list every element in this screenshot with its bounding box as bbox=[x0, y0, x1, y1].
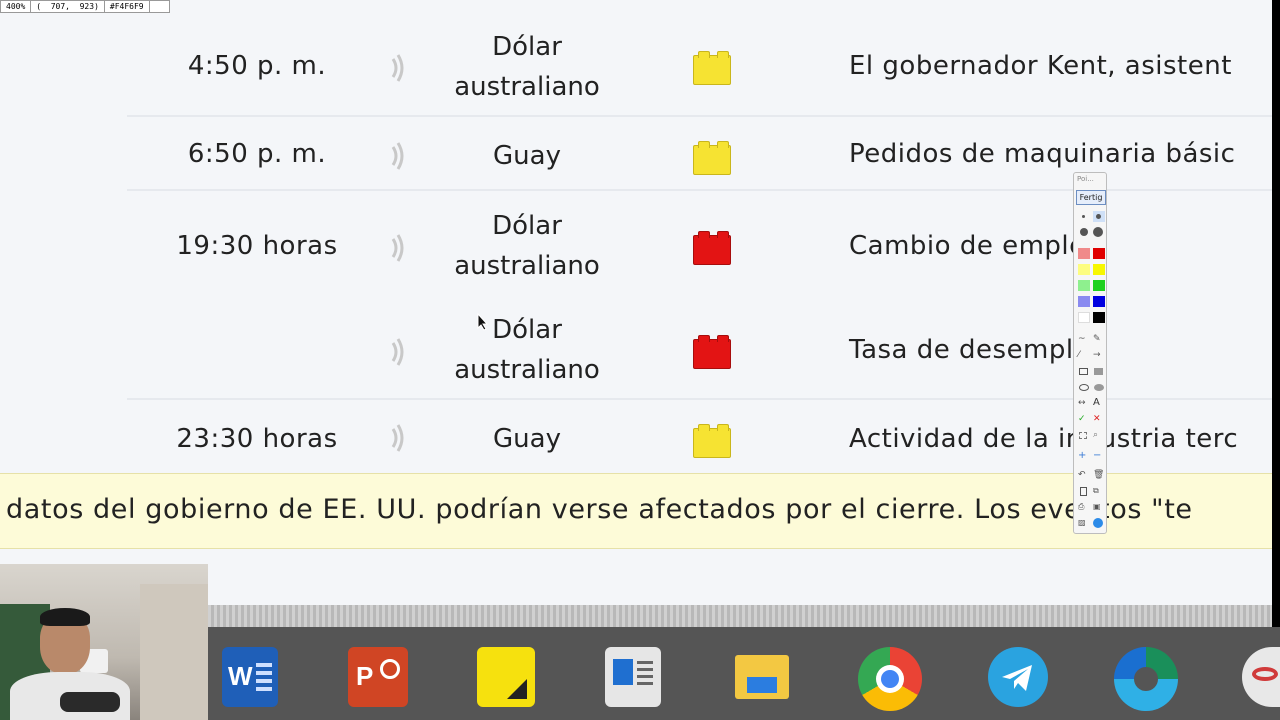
file-explorer-icon[interactable] bbox=[733, 647, 791, 707]
importance-red-icon bbox=[693, 231, 731, 265]
minus-icon[interactable]: − bbox=[1093, 450, 1105, 461]
event-time: 19:30 horas bbox=[176, 231, 338, 261]
importance-yellow-icon bbox=[693, 424, 731, 458]
chrome-icon[interactable] bbox=[858, 647, 922, 711]
person-hair bbox=[40, 608, 90, 626]
ellipse-tool-icon[interactable] bbox=[1078, 382, 1090, 393]
rectangle-tool-icon[interactable] bbox=[1078, 366, 1090, 377]
yellow-color-icon[interactable] bbox=[1093, 264, 1105, 275]
left-margin bbox=[0, 13, 127, 473]
importance-yellow-icon bbox=[693, 141, 731, 175]
edge-icon[interactable] bbox=[1114, 647, 1178, 711]
screen-edge bbox=[1272, 0, 1280, 720]
app-icon-partial[interactable] bbox=[1242, 647, 1280, 707]
filled-rectangle-tool-icon[interactable] bbox=[1093, 366, 1105, 377]
importance-red-icon bbox=[693, 335, 731, 369]
text-tool-icon[interactable]: A bbox=[1093, 397, 1105, 408]
screen: 400% ( 707, 923) #F4F6F9 4:50 p. m. Dóla… bbox=[0, 0, 1280, 720]
zoom-info-bar: 400% ( 707, 923) #F4F6F9 bbox=[0, 0, 170, 13]
event-currency: Guay bbox=[493, 141, 561, 171]
copy-icon[interactable]: ⧉ bbox=[1093, 486, 1105, 497]
filled-ellipse-tool-icon[interactable] bbox=[1093, 382, 1105, 393]
red-color-icon[interactable] bbox=[1093, 248, 1105, 259]
event-currency: Dólar australiano bbox=[454, 315, 600, 385]
word-icon[interactable]: W bbox=[222, 647, 278, 707]
light-green-color-icon[interactable] bbox=[1078, 280, 1090, 291]
pen-tool-icon[interactable]: ✎ bbox=[1093, 334, 1105, 345]
image-icon[interactable]: ▨ bbox=[1078, 518, 1090, 529]
event-time: 4:50 p. m. bbox=[187, 51, 327, 81]
zoom-level: 400% bbox=[1, 1, 32, 12]
save-icon[interactable]: ▣ bbox=[1093, 502, 1105, 513]
toolbar-title: Poi... bbox=[1077, 175, 1094, 183]
notice-text: datos del gobierno de EE. UU. podrían ve… bbox=[6, 494, 1193, 525]
white-color-icon[interactable] bbox=[1078, 312, 1090, 323]
line-tool-icon[interactable]: ⁄ bbox=[1078, 350, 1090, 361]
event-title[interactable]: Cambio de empleo bbox=[849, 231, 1102, 261]
microphone bbox=[60, 692, 120, 712]
light-blue-color-icon[interactable] bbox=[1078, 296, 1090, 307]
telegram-icon[interactable] bbox=[988, 647, 1048, 707]
powerpoint-icon[interactable]: P bbox=[348, 647, 408, 707]
green-color-icon[interactable] bbox=[1093, 280, 1105, 291]
event-title[interactable]: Pedidos de maquinaria básic bbox=[849, 139, 1235, 169]
check-icon[interactable]: ✓ bbox=[1078, 414, 1090, 425]
small-dot-tool-icon[interactable] bbox=[1078, 211, 1090, 222]
event-title[interactable]: El gobernador Kent, asistent bbox=[849, 51, 1232, 81]
black-color-icon[interactable] bbox=[1093, 312, 1105, 323]
medium-dot-tool-icon[interactable] bbox=[1093, 211, 1105, 222]
webcam-overlay bbox=[0, 564, 208, 720]
annotation-toolbar: Poi... Fertig ~ ✎ ⁄ → ↔ A ✓ ✕ ⌕ + − ↶ 🗑 bbox=[1073, 172, 1107, 534]
done-button[interactable]: Fertig bbox=[1076, 190, 1106, 205]
light-yellow-color-icon[interactable] bbox=[1078, 264, 1090, 275]
event-currency: Dólar australiano bbox=[454, 211, 600, 281]
print-icon[interactable]: ⎙ bbox=[1078, 502, 1090, 513]
sound-icon[interactable] bbox=[387, 53, 411, 83]
blue-color-icon[interactable] bbox=[1093, 296, 1105, 307]
event-time: 23:30 horas bbox=[176, 424, 338, 454]
plus-icon[interactable]: + bbox=[1078, 450, 1090, 461]
select-tool-icon[interactable] bbox=[1078, 430, 1090, 441]
zoom-tool-icon[interactable]: ⌕ bbox=[1093, 430, 1105, 441]
calendar-row[interactable]: 4:50 p. m. Dólar australiano El gobernad… bbox=[127, 13, 1272, 117]
new-page-icon[interactable] bbox=[1078, 486, 1090, 497]
freehand-tool-icon[interactable]: ~ bbox=[1078, 334, 1090, 345]
event-time: 6:50 p. m. bbox=[187, 139, 327, 169]
cross-icon[interactable]: ✕ bbox=[1093, 414, 1105, 425]
mouse-cursor-icon bbox=[477, 313, 489, 331]
large-dot-tool-icon[interactable] bbox=[1078, 227, 1090, 238]
event-currency: Guay bbox=[493, 424, 561, 454]
event-title[interactable]: Actividad de la industria terc bbox=[849, 424, 1238, 454]
importance-yellow-icon bbox=[693, 51, 731, 85]
sticky-notes-icon[interactable] bbox=[477, 647, 535, 707]
news-icon[interactable] bbox=[605, 647, 661, 707]
taskbar-separator bbox=[208, 605, 1272, 627]
wall-cabinet bbox=[140, 584, 208, 720]
event-title[interactable]: Tasa de desempleo bbox=[849, 335, 1107, 365]
trash-icon[interactable]: 🗑 bbox=[1093, 470, 1105, 481]
xlarge-dot-tool-icon[interactable] bbox=[1093, 227, 1105, 238]
undo-icon[interactable]: ↶ bbox=[1078, 470, 1090, 481]
light-red-color-icon[interactable] bbox=[1078, 248, 1090, 259]
arrow-tool-icon[interactable]: → bbox=[1093, 350, 1105, 361]
pixel-color: #F4F6F9 bbox=[105, 1, 150, 12]
sound-icon[interactable] bbox=[387, 337, 411, 367]
taskbar: W P bbox=[208, 627, 1280, 720]
sound-icon[interactable] bbox=[387, 233, 411, 263]
sound-icon[interactable] bbox=[387, 141, 411, 171]
info-icon[interactable] bbox=[1093, 518, 1105, 529]
double-arrow-tool-icon[interactable]: ↔ bbox=[1078, 398, 1090, 409]
cursor-coordinates: ( 707, 923) bbox=[31, 1, 105, 12]
sound-icon[interactable] bbox=[387, 423, 411, 453]
event-currency: Dólar australiano bbox=[454, 32, 600, 102]
